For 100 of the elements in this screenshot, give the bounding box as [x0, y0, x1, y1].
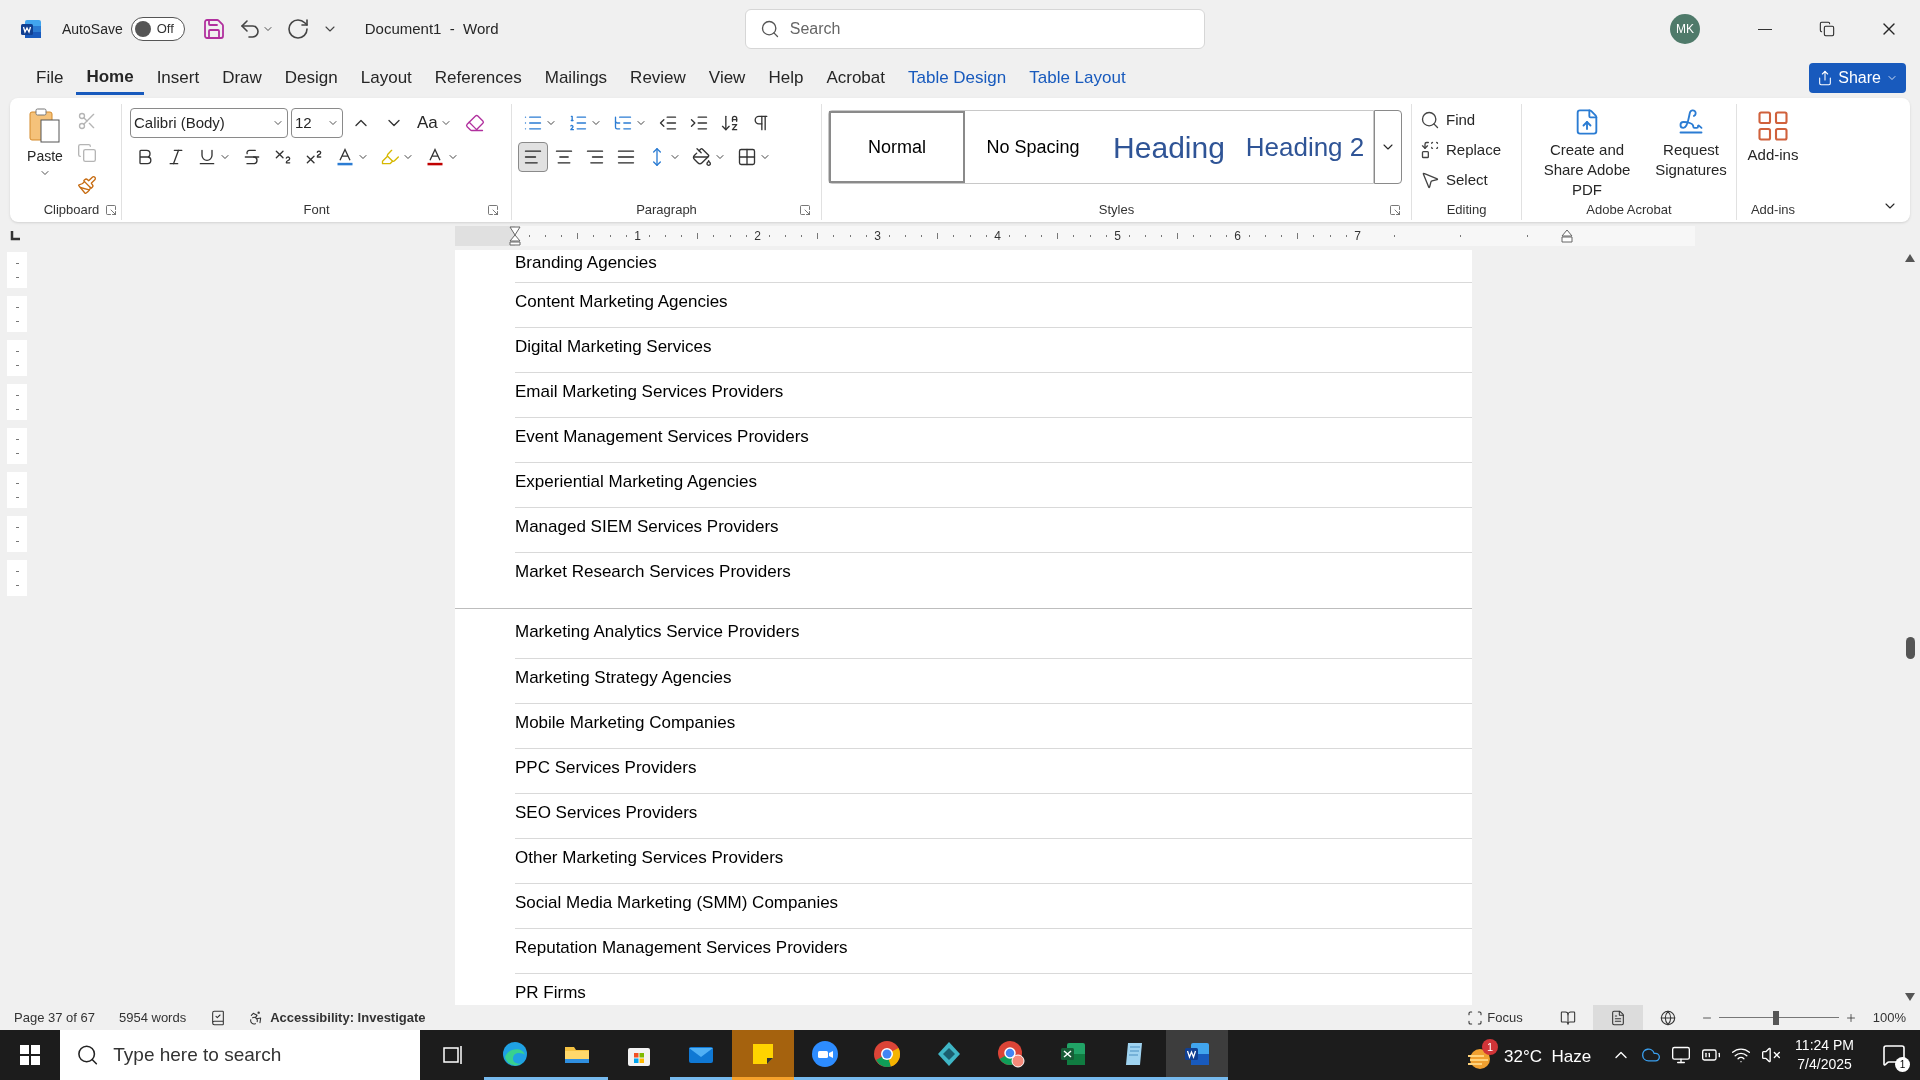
ribbon-tab[interactable]: Acrobat [816, 61, 895, 95]
style-option[interactable]: Normal [829, 111, 965, 183]
focus-icon [1467, 1009, 1484, 1026]
search-bar[interactable]: Search [744, 9, 1205, 49]
table-cell-text: Content Marketing Agencies [515, 291, 728, 313]
more-styles-button[interactable] [1374, 110, 1402, 184]
table-cell-text: Mobile Marketing Companies [515, 712, 736, 734]
ribbon-tab[interactable]: Mailings [534, 61, 618, 95]
share-icon [1817, 70, 1834, 86]
change-case-button[interactable]: Aa [412, 108, 457, 138]
ribbon-tab[interactable]: Table Layout [1019, 61, 1136, 95]
font-name-field[interactable]: Calibri (Body) [130, 108, 288, 138]
eraser-icon [464, 113, 485, 133]
scissors-icon [77, 111, 97, 131]
window-title: Document1 - Word [364, 18, 500, 39]
table-cell-text: Branding Agencies [515, 252, 657, 274]
right-indent-marker-icon [1561, 229, 1573, 243]
style-option[interactable]: Heading [1101, 111, 1237, 183]
ribbon-tab[interactable]: Table Design [897, 61, 1017, 95]
windows-logo-icon [20, 1045, 40, 1065]
ribbon-tab[interactable]: Insert [146, 61, 210, 95]
ribbon-tab[interactable]: References [424, 61, 532, 95]
search-icon [1420, 110, 1440, 130]
request-signatures-button[interactable]: Request Signatures [1652, 108, 1730, 200]
dialog-launcher-icon [487, 204, 499, 216]
ribbon-tab[interactable]: File [26, 61, 74, 95]
ruler-number: 1 [634, 228, 641, 245]
ruler-margin [455, 226, 515, 246]
find-button[interactable]: Find [1420, 106, 1513, 134]
scroll-down-icon [1905, 993, 1915, 1001]
group-label: Paragraph [636, 201, 697, 220]
ribbon-tab[interactable]: Layout [350, 61, 422, 95]
create-pdf-button[interactable]: Create and Share Adobe PDF [1528, 108, 1646, 200]
browser-profile-icon [996, 1038, 1026, 1069]
table-cell-text: Email Marketing Services Providers [515, 381, 784, 403]
word-count[interactable]: 5954 words [118, 1007, 187, 1028]
zoom-level[interactable]: 100% [1872, 1007, 1906, 1028]
taskbar-search-bar[interactable]: Type here to search [60, 1030, 420, 1080]
ruler-number: 2 [754, 228, 761, 245]
ribbon-tab[interactable]: Design [274, 61, 348, 95]
globe-icon [1659, 1009, 1676, 1026]
plus-icon [1844, 1011, 1857, 1024]
search-icon [76, 1043, 100, 1067]
replace-button[interactable]: Replace [1420, 136, 1513, 164]
share-button[interactable]: Share [1809, 63, 1906, 93]
group-label: Adobe Acrobat [1586, 201, 1672, 220]
style-option[interactable]: Heading 2 [1237, 111, 1373, 183]
weather-widget[interactable]: 1 32°C Haze [1466, 1036, 1592, 1074]
ruler-number: 6 [1234, 228, 1241, 245]
group-label: Font [303, 201, 330, 220]
ribbon-tab[interactable]: Review [620, 61, 696, 95]
table-cell-text: Event Management Services Providers [515, 426, 809, 448]
tab-selector-icon [10, 231, 20, 241]
ribbon-tab[interactable]: Help [758, 61, 814, 95]
strikethrough-icon [242, 147, 262, 167]
ribbon-tab[interactable]: View [698, 61, 756, 95]
add-ins-button[interactable]: Add-ins [1747, 108, 1799, 200]
page-icon [1609, 1009, 1626, 1026]
zoom-slider-thumb[interactable] [1773, 1010, 1780, 1025]
font-size-field[interactable]: 12 [291, 108, 343, 138]
display-icon [1671, 1045, 1692, 1065]
accessibility-button[interactable]: Accessibility: Investigate [248, 1007, 426, 1028]
paint-bucket-icon [692, 147, 712, 167]
copy-icon [77, 143, 97, 163]
dialog-launcher-icon [799, 204, 811, 216]
ribbon-tab[interactable]: Home [76, 61, 144, 95]
group-label: Clipboard [43, 201, 100, 220]
message-icon [1882, 1043, 1906, 1067]
text-effects-icon [335, 147, 355, 167]
autosave-toggle[interactable]: Off [130, 17, 185, 41]
group-label: Add-ins [1750, 201, 1796, 220]
clock[interactable]: 11:24 PM 7/4/2025 [1795, 1036, 1854, 1074]
search-field[interactable]: Search [789, 17, 1170, 41]
style-option[interactable]: No Spacing [965, 111, 1101, 183]
save-icon [201, 17, 226, 41]
redo-icon [285, 17, 310, 41]
align-button[interactable] [518, 142, 548, 172]
group-label: Styles [1098, 201, 1135, 220]
page-count[interactable]: Page 37 of 67 [14, 1007, 95, 1028]
sort-icon [720, 113, 740, 133]
signature-icon [1677, 108, 1705, 136]
table-cell-text: Other Marketing Services Providers [515, 847, 784, 869]
notification-badge: 1 [1482, 1039, 1498, 1055]
table-cell-text: PPC Services Providers [515, 757, 697, 779]
taskbar-search-field[interactable]: Type here to search [113, 1040, 404, 1070]
user-avatar[interactable]: MK [1670, 14, 1700, 44]
muted-speaker-icon [1761, 1045, 1782, 1065]
ribbon-tab[interactable]: Draw [212, 61, 272, 95]
scrollbar-thumb[interactable] [1905, 636, 1915, 659]
zoom-in-button[interactable] [1844, 1011, 1857, 1024]
search-icon [759, 19, 780, 39]
highlighter-icon [380, 147, 400, 167]
select-button[interactable]: Select [1420, 166, 1513, 194]
zoom-slider[interactable] [1718, 1010, 1839, 1025]
table-cell-text: SEO Services Providers [515, 802, 698, 824]
weather-text: 32°C Haze [1504, 1046, 1592, 1069]
focus-button[interactable]: Focus [1467, 1007, 1523, 1028]
print-layout-button[interactable] [1592, 1005, 1643, 1030]
paste-button[interactable]: Paste [22, 104, 68, 200]
notifications-button[interactable]: 1 [1874, 1030, 1914, 1080]
